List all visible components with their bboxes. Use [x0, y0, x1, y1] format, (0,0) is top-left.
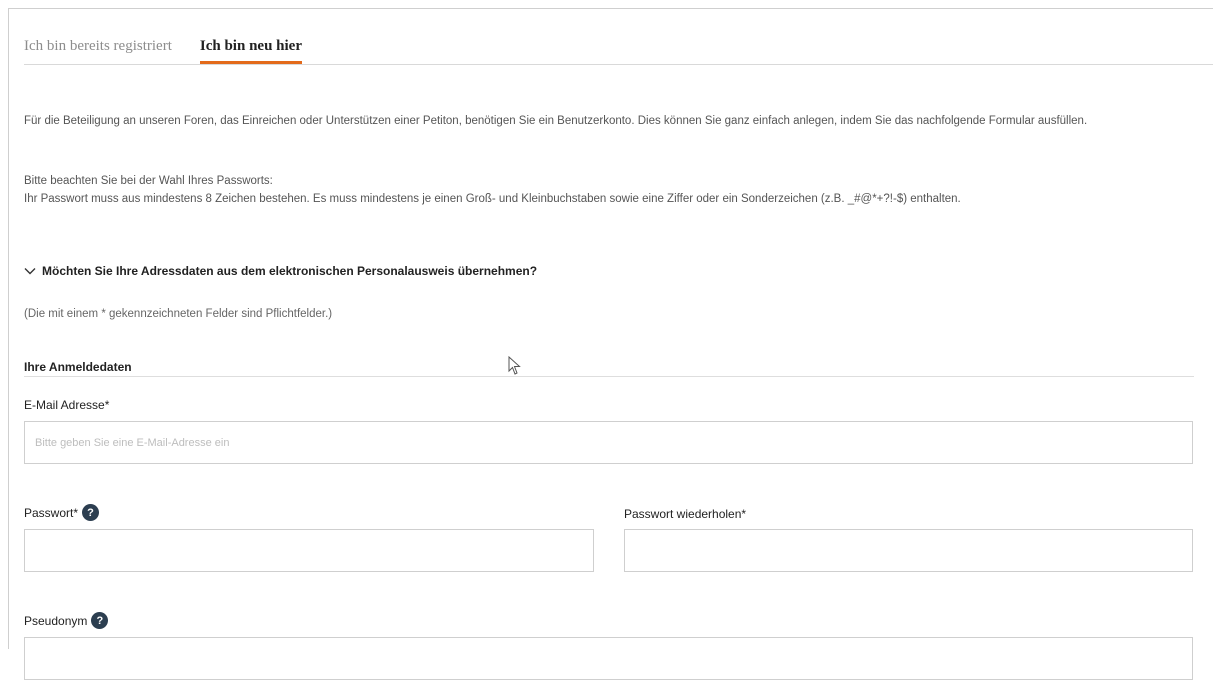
id-card-toggle[interactable]: Möchten Sie Ihre Adressdaten aus dem ele…: [24, 264, 537, 278]
tab-divider: [24, 64, 1213, 65]
frame-left-border: [8, 8, 9, 649]
chevron-down-icon: [24, 268, 36, 275]
tab-registered[interactable]: Ich bin bereits registriert: [24, 38, 172, 64]
password-label: Passwort* ?: [24, 504, 100, 521]
section-divider: [24, 376, 1194, 377]
password-note-text: Ihr Passwort muss aus mindestens 8 Zeich…: [24, 193, 961, 205]
intro-text: Für die Beteiligung an unseren Foren, da…: [24, 115, 1088, 127]
password-repeat-label: Passwort wiederholen*: [624, 507, 746, 521]
email-input[interactable]: [24, 421, 1193, 464]
password-repeat-input[interactable]: [624, 529, 1193, 572]
password-note-title: Bitte beachten Sie bei der Wahl Ihres Pa…: [24, 175, 273, 187]
frame-top-border: [8, 8, 1213, 9]
tab-bar: Ich bin bereits registriert Ich bin neu …: [24, 38, 302, 64]
email-label-text: E-Mail Adresse*: [24, 398, 110, 412]
help-icon[interactable]: ?: [91, 612, 109, 629]
email-label: E-Mail Adresse*: [24, 398, 109, 412]
password-note: Bitte beachten Sie bei der Wahl Ihres Pa…: [24, 172, 1174, 208]
password-label-text: Passwort*: [24, 505, 79, 520]
pseudonym-label-text: Pseudonym: [24, 613, 88, 628]
mouse-pointer-icon: [508, 356, 521, 375]
id-card-toggle-label: Möchten Sie Ihre Adressdaten aus dem ele…: [42, 264, 538, 278]
section-title: Ihre Anmeldedaten: [24, 360, 132, 374]
pseudonym-label: Pseudonym ?: [24, 612, 109, 629]
help-icon[interactable]: ?: [82, 504, 100, 521]
password-repeat-label-text: Passwort wiederholen*: [624, 507, 747, 521]
pseudonym-input[interactable]: [24, 637, 1193, 680]
password-input[interactable]: [24, 529, 594, 572]
required-fields-hint: (Die mit einem * gekennzeichneten Felder…: [24, 308, 333, 320]
tab-new-here[interactable]: Ich bin neu hier: [199, 38, 302, 64]
